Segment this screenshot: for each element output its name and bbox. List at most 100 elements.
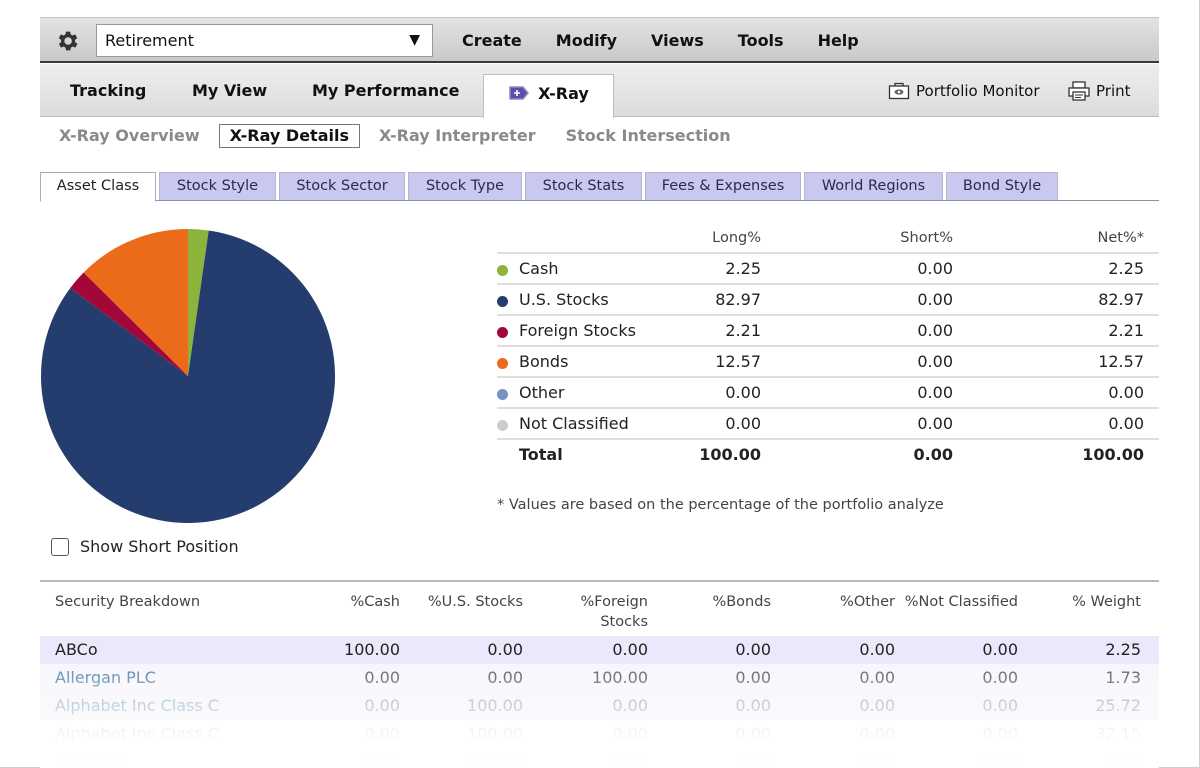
subnav-x-ray-interpreter[interactable]: X-Ray Interpreter (368, 124, 547, 148)
asset-table-row: Foreign Stocks 2.21 0.00 2.21 (497, 316, 1159, 347)
asset-label: Not Classified (519, 414, 629, 433)
asset-label: Cash (519, 259, 559, 278)
asset-net: 0.00 (1108, 414, 1144, 433)
asset-long: 0.00 (725, 414, 761, 433)
security-us-stocks: 100.00 (467, 752, 523, 768)
subnav-x-ray-overview[interactable]: X-Ray Overview (48, 124, 211, 148)
security-not-classified: 0.00 (982, 668, 1018, 687)
menu-create[interactable]: Create (445, 18, 539, 64)
header-bonds: %Bonds (712, 594, 771, 610)
security-name-link[interactable]: Apple Inc (55, 752, 129, 768)
header-us-stocks: %U.S. Stocks (427, 594, 523, 610)
asset-table-row: Not Classified 0.00 0.00 0.00 (497, 409, 1159, 440)
header-foreign-stocks: %Foreign Stocks (580, 594, 648, 630)
nav-my-performance[interactable]: My Performance (312, 64, 459, 117)
security-name-link[interactable]: Alphabet Inc Class C (55, 724, 219, 743)
show-short-position-label: Show Short Position (80, 537, 239, 556)
asset-short: 0.00 (917, 352, 953, 371)
security-foreign-stocks: 0.00 (612, 752, 648, 768)
security-foreign-stocks: 0.00 (612, 696, 648, 715)
top-toolbar: Retirement ▼ Create Modify Views Tools H… (40, 17, 1159, 63)
detail-tabs: Asset Class Stock Style Stock Sector Sto… (40, 171, 1159, 202)
legend-dot-icon (497, 389, 508, 400)
tab-stock-type[interactable]: Stock Type (408, 172, 522, 200)
asset-table-row: Bonds 12.57 0.00 12.57 (497, 347, 1159, 378)
security-weight: 9.70 (1105, 752, 1141, 768)
portfolio-select[interactable]: Retirement ▼ (96, 24, 433, 57)
security-foreign-stocks: 0.00 (612, 724, 648, 743)
legend-dot-icon (497, 296, 508, 307)
security-name-link[interactable]: Alphabet Inc Class C (55, 696, 219, 715)
subnav-x-ray-details[interactable]: X-Ray Details (218, 124, 360, 148)
asset-short: 0.00 (917, 259, 953, 278)
nav-x-ray[interactable]: X-Ray (483, 74, 614, 118)
portfolio-monitor-button[interactable]: Portfolio Monitor (888, 64, 1040, 117)
tab-fees-expenses[interactable]: Fees & Expenses (645, 172, 801, 200)
asset-net: 2.25 (1108, 259, 1144, 278)
security-cash: 0.00 (364, 668, 400, 687)
asset-table-row: Cash 2.25 0.00 2.25 (497, 254, 1159, 285)
security-other: 0.00 (859, 724, 895, 743)
subnav-stock-intersection[interactable]: Stock Intersection (555, 124, 742, 148)
security-name-link[interactable]: ABCo (55, 640, 98, 659)
menu-modify[interactable]: Modify (539, 18, 634, 64)
gear-icon[interactable] (54, 28, 80, 54)
security-row[interactable]: ABCo 100.00 0.00 0.00 0.00 0.00 0.00 2.25 (40, 636, 1159, 664)
security-cash: 100.00 (344, 640, 400, 659)
print-label: Print (1096, 81, 1131, 100)
security-name-link[interactable]: Allergan PLC (55, 668, 156, 687)
tab-world-regions[interactable]: World Regions (804, 172, 943, 200)
nav-tracking[interactable]: Tracking (70, 64, 146, 117)
asset-net: 12.57 (1098, 352, 1144, 371)
total-net: 100.00 (1082, 445, 1144, 464)
security-bonds: 0.00 (735, 696, 771, 715)
header-long: Long% (712, 230, 761, 246)
nav-my-view[interactable]: My View (192, 64, 267, 117)
asset-label: Bonds (519, 352, 569, 371)
security-bonds: 0.00 (735, 724, 771, 743)
show-short-position[interactable]: Show Short Position (51, 537, 239, 556)
asset-long: 12.57 (715, 352, 761, 371)
security-row[interactable]: Alphabet Inc Class C 0.00 100.00 0.00 0.00 0.… (40, 720, 1159, 748)
security-not-classified: 0.00 (982, 696, 1018, 715)
header-net: Net%* (1097, 230, 1144, 246)
asset-long: 0.00 (725, 383, 761, 402)
menu-help[interactable]: Help (801, 18, 876, 64)
asset-long: 2.25 (725, 259, 761, 278)
tab-stock-stats[interactable]: Stock Stats (525, 172, 642, 200)
legend-dot-icon (497, 420, 508, 431)
total-label: Total (519, 445, 563, 464)
tab-asset-class[interactable]: Asset Class (40, 172, 156, 202)
legend-dot-icon (497, 358, 508, 369)
security-breakdown-header: Security Breakdown %Cash %U.S. Stocks %F… (40, 582, 1159, 636)
security-row[interactable]: Apple Inc 0.00 100.00 0.00 0.00 0.00 0.00 9.70 (40, 748, 1159, 768)
security-cash: 0.00 (364, 752, 400, 768)
asset-table-row: U.S. Stocks 82.97 0.00 82.97 (497, 285, 1159, 316)
asset-class-table: Long% Short% Net%* Cash 2.25 0.00 2.25 U.S. … (497, 224, 1159, 471)
nav-x-ray-label: X-Ray (538, 84, 589, 103)
footnote: * Values are based on the percentage of … (497, 497, 944, 513)
menu-tools[interactable]: Tools (721, 18, 801, 64)
show-short-position-checkbox[interactable] (51, 537, 69, 556)
tab-bond-style[interactable]: Bond Style (946, 172, 1058, 200)
tab-stock-style[interactable]: Stock Style (159, 172, 276, 200)
print-button[interactable]: Print (1068, 64, 1131, 117)
security-other: 0.00 (859, 640, 895, 659)
security-weight: 2.25 (1105, 640, 1141, 659)
security-not-classified: 0.00 (982, 640, 1018, 659)
x-ray-icon (509, 85, 530, 100)
security-row[interactable]: Allergan PLC 0.00 0.00 100.00 0.00 0.00 0.00 1.… (40, 664, 1159, 692)
asset-net: 0.00 (1108, 383, 1144, 402)
menu-views[interactable]: Views (634, 18, 721, 64)
security-breakdown-table: Security Breakdown %Cash %U.S. Stocks %F… (40, 580, 1159, 768)
security-row[interactable]: Alphabet Inc Class C 0.00 100.00 0.00 0.00 0.… (40, 692, 1159, 720)
print-icon (1068, 80, 1090, 101)
asset-net: 82.97 (1098, 290, 1144, 309)
portfolio-monitor-label: Portfolio Monitor (916, 81, 1040, 100)
tab-stock-sector[interactable]: Stock Sector (279, 172, 405, 200)
security-foreign-stocks: 100.00 (592, 668, 648, 687)
asset-short: 0.00 (917, 321, 953, 340)
security-us-stocks: 100.00 (467, 696, 523, 715)
dropdown-arrow-icon: ▼ (409, 32, 420, 48)
header-not-classified: %Not Classified (904, 594, 1018, 610)
